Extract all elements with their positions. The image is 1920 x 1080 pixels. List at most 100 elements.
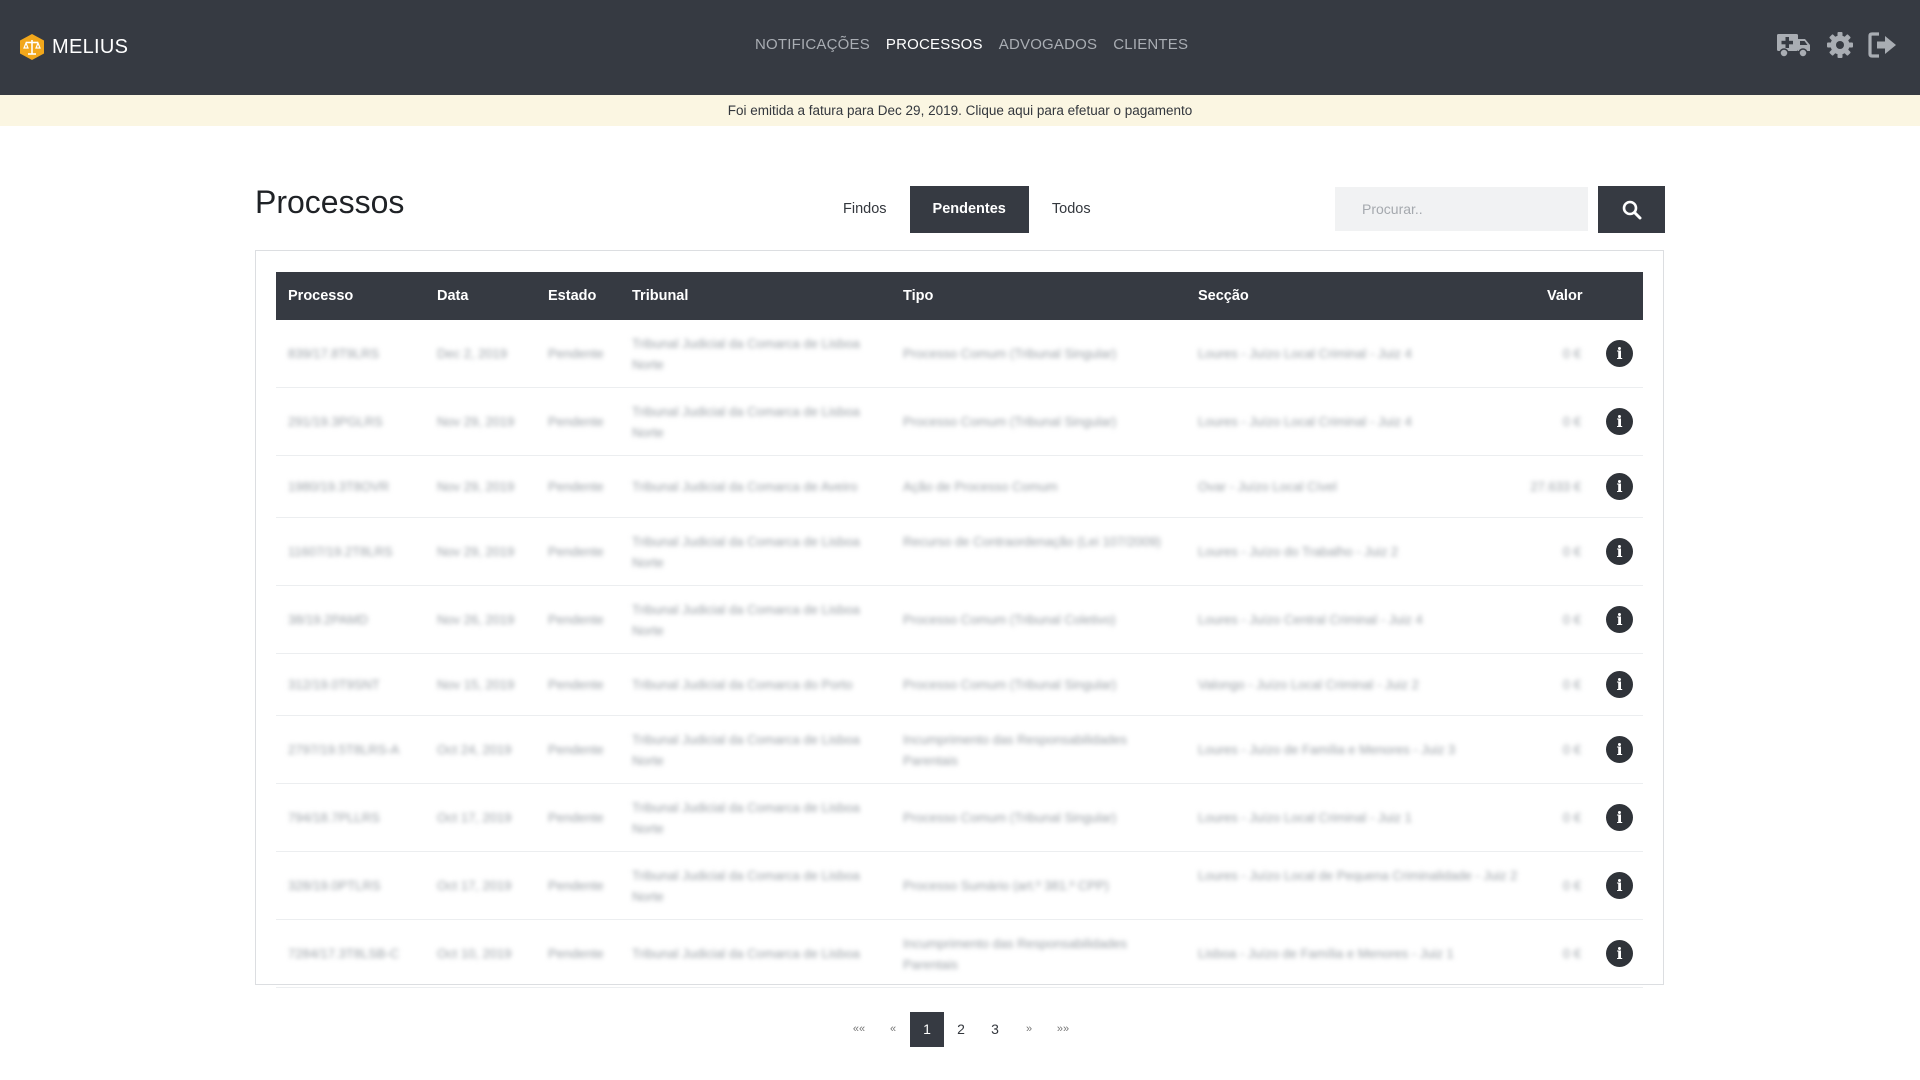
row-info-button[interactable]: i <box>1606 473 1633 500</box>
column-header-estado[interactable]: Estado <box>548 272 596 320</box>
row-info-button[interactable]: i <box>1606 804 1633 831</box>
search-icon <box>1622 200 1642 220</box>
column-header-data[interactable]: Data <box>437 272 468 320</box>
cell-tribunal: Tribunal Judicial da Comarca de Lisboa N… <box>632 732 860 768</box>
cell-processo: 7284/17.3T8LSB-C <box>288 946 400 961</box>
cell-estado: Pendente <box>548 544 604 559</box>
pagination-first[interactable]: «« <box>842 1012 876 1047</box>
cell-estado: Pendente <box>548 810 604 825</box>
nav-item-clientes[interactable]: CLIENTES <box>1113 36 1188 53</box>
cell-seccao: Loures - Juízo Local Criminal - Juiz 4 <box>1198 414 1412 429</box>
cell-valor: 0 € <box>1562 544 1581 559</box>
cell-data: Oct 17, 2019 <box>437 810 512 825</box>
info-icon: i <box>1616 674 1623 694</box>
filter-findos[interactable]: Findos <box>820 186 910 233</box>
table-row[interactable]: 328/19.0PTLRS Oct 17, 2019 Pendente Tribuna… <box>276 852 1643 920</box>
nav-item-processos[interactable]: PROCESSOS <box>886 36 983 53</box>
table-row[interactable]: 38/19.2PAMD Nov 26, 2019 Pendente Tribunal … <box>276 586 1643 654</box>
cell-seccao: Lisboa - Juízo de Família e Menores - Ju… <box>1198 946 1454 961</box>
cell-data: Oct 24, 2019 <box>437 742 512 757</box>
search-input[interactable] <box>1335 187 1588 231</box>
column-header-tribunal[interactable]: Tribunal <box>632 272 688 320</box>
table-row[interactable]: 839/17.8T9LRS Dec 2, 2019 Pendente Tribunal… <box>276 320 1643 388</box>
pagination-page-2[interactable]: 2 <box>944 1012 978 1047</box>
cell-tribunal: Tribunal Judicial da Comarca de Lisboa N… <box>632 602 860 638</box>
cell-processo: 312/19.0T9SNT <box>288 677 380 692</box>
cell-processo: 11607/19.2T8LRS <box>288 544 393 559</box>
ambulance-icon[interactable] <box>1776 30 1812 60</box>
info-icon: i <box>1616 411 1623 431</box>
cell-valor: 0 € <box>1562 878 1581 893</box>
cell-processo: 2797/19.5T8LRS-A <box>288 742 400 757</box>
row-info-button[interactable]: i <box>1606 606 1633 633</box>
cell-estado: Pendente <box>548 479 604 494</box>
row-info-button[interactable]: i <box>1606 538 1633 565</box>
cell-seccao: Loures - Juízo Local de Pequena Criminal… <box>1198 868 1518 883</box>
cell-tipo: Processo Comum (Tribunal Singular) <box>903 346 1117 361</box>
brand-name: MELIUS <box>52 35 129 58</box>
table-body: 839/17.8T9LRS Dec 2, 2019 Pendente Tribunal… <box>276 320 1643 988</box>
header-actions <box>1762 30 1898 60</box>
cell-seccao: Loures - Juízo Central Criminal - Juiz 4 <box>1198 612 1423 627</box>
row-info-button[interactable]: i <box>1606 671 1633 698</box>
gear-icon[interactable] <box>1826 31 1854 59</box>
cell-valor: 0 € <box>1562 677 1581 692</box>
filter-pendentes[interactable]: Pendentes <box>909 186 1029 233</box>
info-icon: i <box>1616 609 1623 629</box>
table-row[interactable]: 1980/19.3T8OVR Nov 29, 2019 Pendente Tribun… <box>276 456 1643 518</box>
brand[interactable]: MELIUS <box>18 30 128 64</box>
row-info-button[interactable]: i <box>1606 940 1633 967</box>
info-icon: i <box>1616 476 1623 496</box>
table-header: Processo Data Estado Tribunal Tipo Secçã… <box>276 272 1643 320</box>
column-header-seccao[interactable]: Secção <box>1198 272 1249 320</box>
row-info-button[interactable]: i <box>1606 408 1633 435</box>
cell-tribunal: Tribunal Judicial da Comarca de Lisboa N… <box>632 534 860 570</box>
row-info-button[interactable]: i <box>1606 872 1633 899</box>
cell-seccao: Loures - Juízo Local Criminal - Juiz 4 <box>1198 346 1412 361</box>
filter-todos[interactable]: Todos <box>1029 186 1114 233</box>
nav-item-notificacoes[interactable]: NOTIFICAÇÕES <box>755 36 870 53</box>
table-row[interactable]: 291/19.3PGLRS Nov 29, 2019 Pendente Tribuna… <box>276 388 1643 456</box>
pagination-prev[interactable]: « <box>876 1012 910 1047</box>
status-filter-group: Findos Pendentes Todos <box>820 186 1114 233</box>
column-header-processo[interactable]: Processo <box>288 272 353 320</box>
cell-data: Nov 29, 2019 <box>437 479 515 494</box>
info-icon: i <box>1616 943 1623 963</box>
pagination: «« « 1 2 3 » »» <box>842 1012 1080 1047</box>
cell-valor: 0 € <box>1562 612 1581 627</box>
column-header-tipo[interactable]: Tipo <box>903 272 933 320</box>
pagination-page-1[interactable]: 1 <box>910 1012 944 1047</box>
table-row[interactable]: 312/19.0T9SNT Nov 15, 2019 Pendente Tribuna… <box>276 654 1643 716</box>
invoice-banner[interactable]: Foi emitida a fatura para Dec 29, 2019. … <box>0 95 1920 126</box>
table-row[interactable]: 7284/17.3T8LSB-C Oct 10, 2019 Pendente Trib… <box>276 920 1643 988</box>
cell-tribunal: Tribunal Judicial da Comarca do Porto <box>632 677 853 692</box>
cell-tribunal: Tribunal Judicial da Comarca de Lisboa N… <box>632 800 860 836</box>
cell-tribunal: Tribunal Judicial da Comarca de Lisboa N… <box>632 336 860 372</box>
cell-seccao: Loures - Juízo de Família e Menores - Ju… <box>1198 742 1456 757</box>
cell-estado: Pendente <box>548 878 604 893</box>
cell-valor: 0 € <box>1562 346 1581 361</box>
cell-estado: Pendente <box>548 414 604 429</box>
cell-estado: Pendente <box>548 946 604 961</box>
pagination-next[interactable]: » <box>1012 1012 1046 1047</box>
table-row[interactable]: 2797/19.5T8LRS-A Oct 24, 2019 Pendente Trib… <box>276 716 1643 784</box>
table-row[interactable]: 11607/19.2T8LRS Nov 29, 2019 Pendente Tribu… <box>276 518 1643 586</box>
column-header-valor[interactable]: Valor <box>1547 272 1582 320</box>
info-icon: i <box>1616 541 1623 561</box>
pagination-last[interactable]: »» <box>1046 1012 1080 1047</box>
processes-table-card: Processo Data Estado Tribunal Tipo Secçã… <box>255 250 1664 988</box>
cell-tipo: Processo Comum (Tribunal Coletivo) <box>903 612 1116 627</box>
pagination-page-3[interactable]: 3 <box>978 1012 1012 1047</box>
cell-data: Oct 17, 2019 <box>437 878 512 893</box>
table-row[interactable]: 794/18.7PLLRS Oct 17, 2019 Pendente Tribuna… <box>276 784 1643 852</box>
cell-seccao: Loures - Juízo Local Criminal - Juiz 1 <box>1198 810 1412 825</box>
nav-item-advogados[interactable]: ADVOGADOS <box>999 36 1098 53</box>
cell-data: Nov 29, 2019 <box>437 544 515 559</box>
info-icon: i <box>1616 807 1623 827</box>
top-navbar: MELIUS NOTIFICAÇÕES PROCESSOS ADVOGADOS … <box>0 0 1920 95</box>
sign-out-icon[interactable] <box>1868 31 1898 59</box>
search-button[interactable] <box>1598 186 1665 233</box>
row-info-button[interactable]: i <box>1606 340 1633 367</box>
row-info-button[interactable]: i <box>1606 736 1633 763</box>
info-icon: i <box>1616 343 1623 363</box>
